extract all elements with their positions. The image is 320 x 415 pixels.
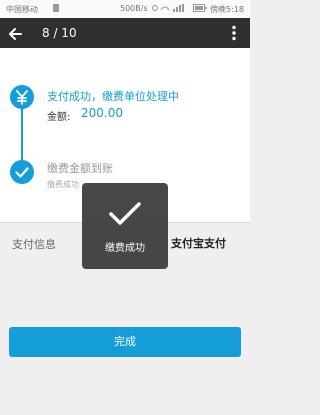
amount-label: 金额: (47, 112, 71, 123)
message-icon (52, 3, 60, 15)
yuan-icon (10, 85, 34, 113)
battery-icon (193, 3, 207, 15)
done-button[interactable]: 完成 (9, 327, 241, 357)
step1-title: 支付成功，缴费单位处理中 (47, 90, 179, 103)
step2-title: 缴费金额到账 (47, 162, 113, 175)
top-bar: 8 / 10 (0, 18, 250, 48)
amount-value: 200.00 (81, 106, 123, 120)
payment-method-value: 支付宝支付 (171, 237, 226, 250)
toast-message: 缴费成功 (105, 243, 145, 254)
clock: 傍晚5:18 (210, 5, 244, 14)
carrier-label: 中国移动 (6, 5, 38, 14)
more-menu-icon[interactable] (231, 25, 237, 45)
step2-subtitle: 缴费成功 (47, 180, 79, 189)
network-speed: 500B/s (120, 4, 148, 13)
back-arrow-icon[interactable] (8, 26, 22, 45)
success-toast: 缴费成功 (82, 183, 168, 269)
status-bar: 中国移动 500B/s 傍晚5:18 (0, 0, 250, 18)
payment-info-label: 支付信息 (12, 238, 56, 251)
page-counter: 8 / 10 (42, 26, 77, 40)
signal-icons (152, 3, 190, 15)
checkmark-icon (108, 201, 142, 231)
check-circle-icon (10, 160, 34, 188)
